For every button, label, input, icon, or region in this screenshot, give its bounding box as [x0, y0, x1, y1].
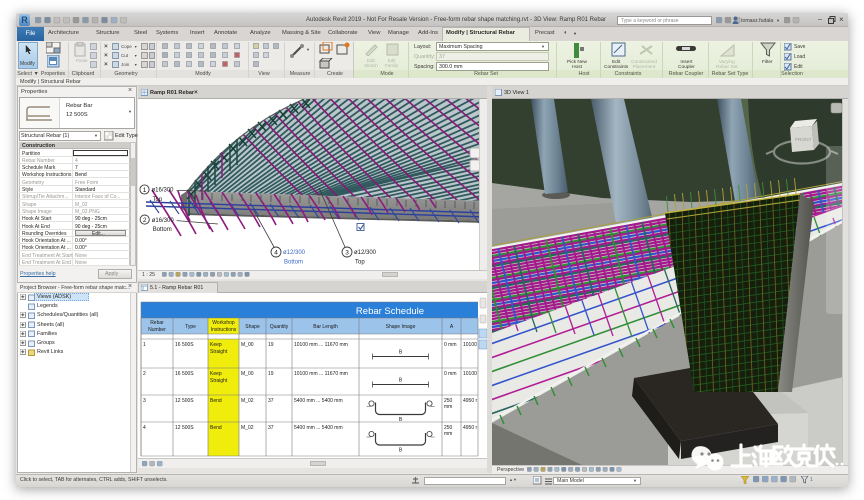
svg-text:ø12/300: ø12/300 [354, 250, 377, 256]
svg-text:4: 4 [274, 250, 278, 257]
svg-text:mm: mm [444, 404, 452, 410]
svg-text:1: 1 [143, 187, 147, 194]
svg-text:Instructions: Instructions [211, 327, 237, 333]
svg-text:Bend: Bend [210, 425, 222, 431]
svg-text:ø16/300: ø16/300 [152, 188, 175, 194]
svg-text:37: 37 [268, 398, 274, 404]
svg-text:Bottom: Bottom [153, 227, 172, 233]
svg-text:10100 mm ... 11670 mm: 10100 mm ... 11670 mm [294, 371, 348, 377]
svg-text:12 500S: 12 500S [175, 398, 194, 404]
svg-text:Shape: Shape [245, 324, 260, 330]
svg-text:mm: mm [444, 431, 452, 437]
svg-text:2: 2 [143, 217, 147, 224]
svg-text:0 mm: 0 mm [444, 342, 457, 348]
svg-text:Keep: Keep [210, 342, 222, 348]
svg-text:3: 3 [345, 250, 349, 257]
svg-text:M_00: M_00 [241, 342, 254, 348]
svg-text:5400 mm ... 5400 mm: 5400 mm ... 5400 mm [294, 425, 343, 431]
svg-text:Top: Top [153, 197, 163, 203]
svg-text:Bar Length: Bar Length [313, 324, 338, 330]
svg-text:16 500S: 16 500S [175, 371, 194, 377]
svg-text:M_00: M_00 [241, 371, 254, 377]
svg-text:M_02: M_02 [241, 398, 254, 404]
svg-text:ø12/300: ø12/300 [283, 250, 306, 256]
svg-text:10100 mm ... 11670 mm: 10100 mm ... 11670 mm [294, 342, 348, 348]
svg-text:2: 2 [143, 371, 146, 377]
svg-text:Type: Type [185, 324, 196, 330]
svg-text:Bend: Bend [210, 398, 222, 404]
svg-text:16 500S: 16 500S [175, 342, 194, 348]
svg-text:1: 1 [143, 342, 146, 348]
svg-text:Bottom: Bottom [284, 260, 303, 266]
svg-text:4950 r: 4950 r [463, 425, 478, 431]
svg-text:Straight: Straight [210, 349, 228, 355]
svg-text:Workshop: Workshop [212, 320, 235, 326]
svg-text:Quantity: Quantity [270, 324, 289, 330]
svg-text:Straight: Straight [210, 378, 228, 384]
svg-text:10100: 10100 [463, 371, 477, 377]
svg-text:Number: Number [148, 327, 166, 333]
svg-text:3: 3 [143, 398, 146, 404]
svg-text:Keep: Keep [210, 371, 222, 377]
svg-text:ø16/300: ø16/300 [152, 218, 175, 224]
svg-text:Rebar: Rebar [150, 320, 164, 326]
svg-text:19: 19 [268, 342, 274, 348]
svg-text:M_02: M_02 [241, 425, 254, 431]
svg-text:FRONT: FRONT [795, 137, 812, 143]
svg-text:12 500S: 12 500S [175, 425, 194, 431]
svg-text:19: 19 [268, 371, 274, 377]
svg-text:Rebar Schedule: Rebar Schedule [356, 306, 424, 317]
svg-text:0 mm: 0 mm [444, 371, 457, 377]
svg-text:Shape Image: Shape Image [386, 324, 416, 330]
svg-text:37: 37 [268, 425, 274, 431]
svg-text:10100: 10100 [463, 342, 477, 348]
svg-text:Top: Top [355, 260, 365, 266]
svg-text:4950 r: 4950 r [463, 398, 478, 404]
svg-text:4: 4 [143, 425, 146, 431]
svg-text:5400 mm ... 5400 mm: 5400 mm ... 5400 mm [294, 398, 343, 404]
